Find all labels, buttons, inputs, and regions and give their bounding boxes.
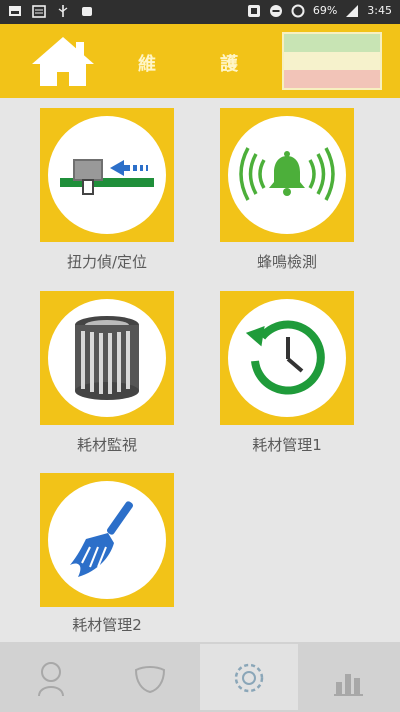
torque-sensor-icon (60, 159, 154, 195)
tile-consumable-mgmt-1[interactable] (220, 291, 354, 425)
broom-icon (70, 501, 133, 577)
tile-label-consumable-mgmt-2: 耗材管理2 (72, 616, 142, 634)
clock-time: 3:45 (367, 4, 392, 17)
tile-consumable-monitor[interactable] (40, 291, 174, 425)
data-saver-icon (291, 4, 305, 18)
language-flag-button[interactable] (282, 32, 382, 90)
nav-tab-chart[interactable] (299, 644, 397, 710)
nav-tab-mask[interactable] (101, 644, 199, 710)
page-title-part1: 維 (138, 54, 156, 75)
tile-label-torque: 扭力偵/定位 (66, 253, 148, 271)
flag-stripe (284, 34, 380, 52)
tile-consumable-mgmt-2[interactable] (40, 473, 174, 607)
flag-stripe (284, 52, 380, 70)
tile-label-consumable-monitor: 耗材監視 (76, 436, 137, 454)
flag-stripe (284, 70, 380, 88)
nav-tab-head[interactable] (2, 644, 100, 710)
status-bar: 69% 3:45 (0, 0, 400, 24)
chart-icon (334, 674, 363, 696)
tile-torque-positioning[interactable] (40, 108, 174, 242)
tile-circle (228, 299, 346, 417)
history-clock-icon (245, 320, 325, 395)
tile-label-consumable-mgmt-1: 耗材管理1 (252, 436, 322, 454)
page-title-part2: 護 (220, 54, 238, 75)
tile-buzzer-check[interactable] (220, 108, 354, 242)
maintenance-icon (234, 663, 264, 693)
bottom-nav (0, 642, 400, 712)
bell-ring-icon (239, 147, 335, 201)
tile-circle (48, 299, 166, 417)
tile-label-buzzer: 蜂鳴檢測 (256, 253, 317, 271)
tile-circle (48, 481, 166, 599)
tile-circle (48, 116, 166, 234)
calendar-icon (32, 5, 46, 18)
head-icon (38, 662, 64, 697)
battery-percent: 69% (312, 4, 338, 17)
image-icon (9, 6, 21, 16)
signal-icon (346, 5, 359, 17)
nfc-icon (247, 5, 260, 17)
home-icon[interactable] (30, 34, 96, 90)
tile-circle (228, 116, 346, 234)
filter-cartridge-icon (75, 316, 139, 400)
mask-icon (134, 666, 166, 694)
app-header: 維 護 (0, 24, 400, 98)
usb-icon (58, 5, 68, 17)
android-icon (82, 7, 92, 16)
nav-tab-maintenance[interactable] (200, 644, 298, 710)
minus-circle-icon (269, 5, 282, 17)
